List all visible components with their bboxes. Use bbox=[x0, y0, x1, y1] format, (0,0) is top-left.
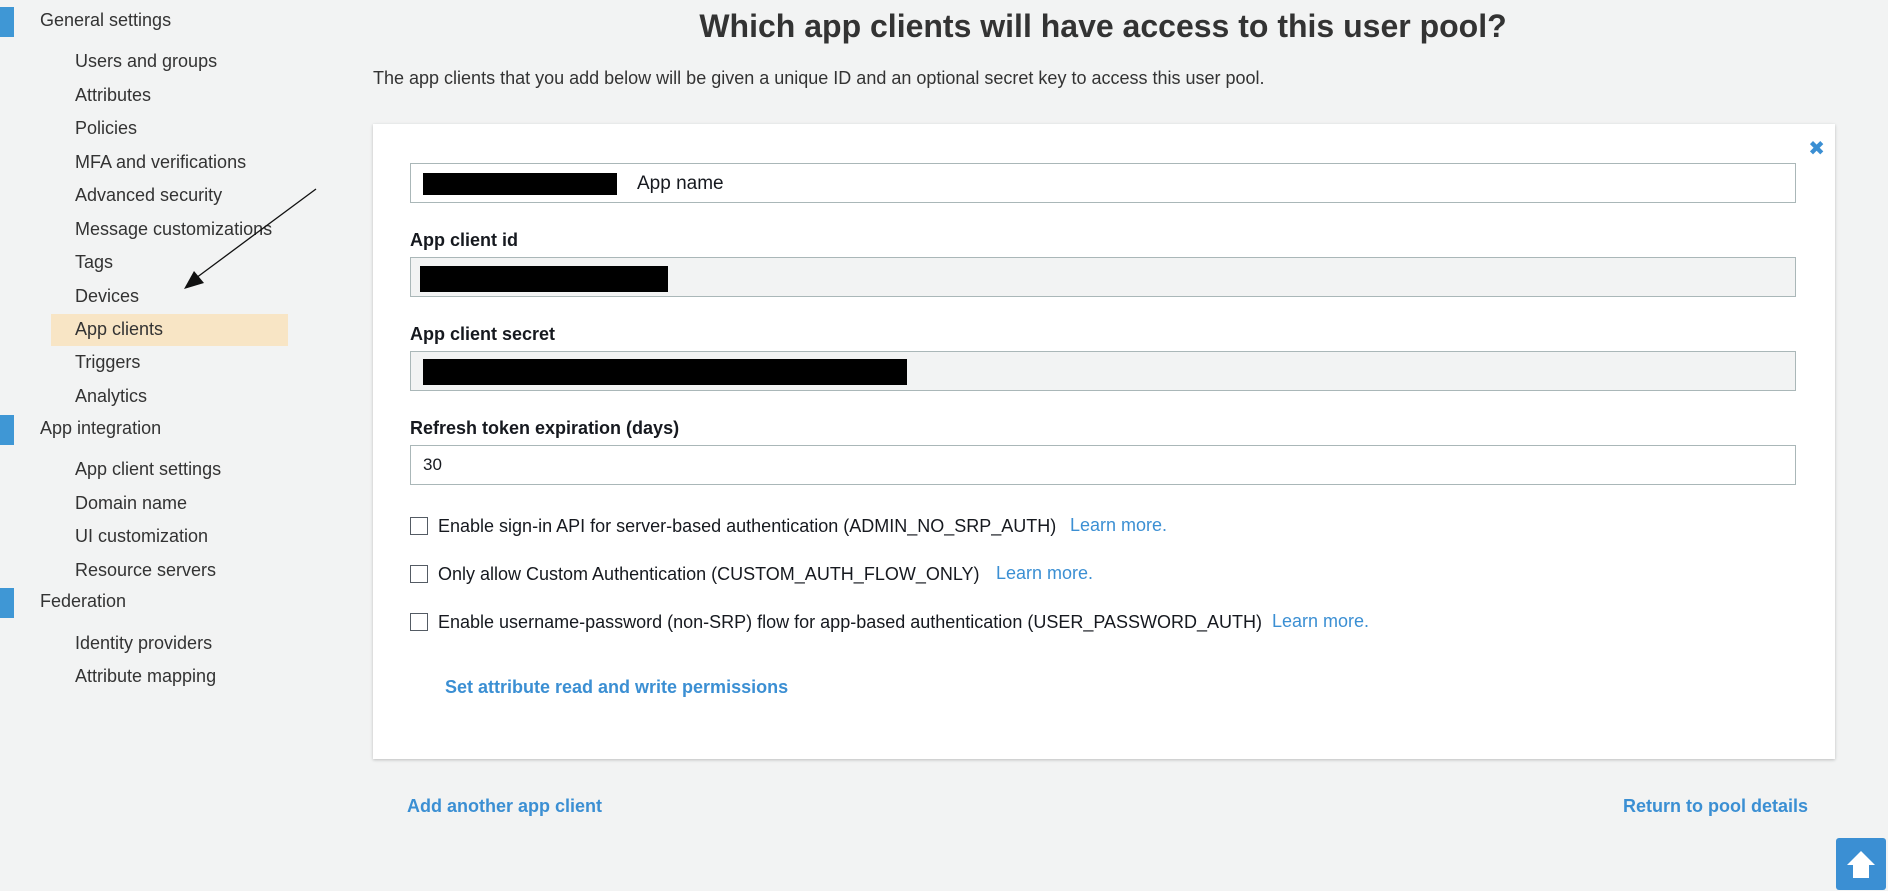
client-id-label: App client id bbox=[410, 230, 518, 250]
sidebar: General settings Users and groups Attrib… bbox=[0, 0, 317, 891]
page-description: The app clients that you add below will … bbox=[373, 68, 1265, 88]
sidebar-item-label: Devices bbox=[75, 286, 140, 306]
custom-auth-checkbox[interactable] bbox=[410, 565, 428, 583]
option-label: Only allow Custom Authentication (CUSTOM… bbox=[438, 564, 980, 584]
sidebar-item-message-customizations[interactable]: Message customizations bbox=[51, 214, 288, 246]
sidebar-item-resource-servers[interactable]: Resource servers bbox=[51, 555, 288, 587]
redacted-text bbox=[420, 266, 668, 292]
page-title: Which app clients will have access to th… bbox=[699, 8, 1507, 44]
sidebar-item-domain-name[interactable]: Domain name bbox=[51, 488, 288, 520]
sidebar-item-label: MFA and verifications bbox=[75, 152, 247, 172]
refresh-token-value: 30 bbox=[423, 455, 442, 474]
sidebar-item-label: App client settings bbox=[75, 459, 222, 479]
sidebar-section-app-integration[interactable]: App integration bbox=[0, 415, 300, 445]
sidebar-item-users-and-groups[interactable]: Users and groups bbox=[51, 46, 288, 78]
section-marker bbox=[0, 7, 14, 37]
sidebar-item-attribute-mapping[interactable]: Attribute mapping bbox=[51, 661, 288, 693]
sidebar-item-label: Domain name bbox=[75, 493, 188, 513]
learn-more-link[interactable]: Learn more. bbox=[1272, 611, 1369, 632]
option-label: Enable sign-in API for server-based auth… bbox=[438, 516, 1057, 536]
sidebar-item-attributes[interactable]: Attributes bbox=[51, 80, 288, 112]
set-permissions-link[interactable]: Set attribute read and write permissions bbox=[445, 677, 788, 698]
sidebar-item-label: App clients bbox=[75, 319, 164, 339]
user-password-checkbox[interactable] bbox=[410, 613, 428, 631]
admin-no-srp-checkbox[interactable] bbox=[410, 517, 428, 535]
sidebar-item-label: Advanced security bbox=[75, 185, 223, 205]
sidebar-item-label: Tags bbox=[75, 252, 114, 272]
sidebar-item-label: Identity providers bbox=[75, 633, 213, 653]
return-to-pool-link[interactable]: Return to pool details bbox=[1623, 796, 1808, 817]
client-id-field bbox=[410, 257, 1796, 297]
sidebar-item-policies[interactable]: Policies bbox=[51, 113, 288, 145]
sidebar-item-triggers[interactable]: Triggers bbox=[51, 347, 288, 379]
refresh-token-input[interactable]: 30 bbox=[410, 445, 1796, 485]
scroll-to-top-button[interactable] bbox=[1836, 838, 1886, 890]
sidebar-item-identity-providers[interactable]: Identity providers bbox=[51, 628, 288, 660]
add-app-client-link[interactable]: Add another app client bbox=[407, 796, 602, 817]
sidebar-item-label: UI customization bbox=[75, 526, 209, 546]
sidebar-section-label: App integration bbox=[40, 418, 162, 438]
section-marker bbox=[0, 415, 14, 445]
sidebar-section-general-settings[interactable]: General settings bbox=[0, 7, 300, 37]
sidebar-item-label: Message customizations bbox=[75, 219, 273, 239]
option-label: Enable username-password (non-SRP) flow … bbox=[438, 612, 1263, 632]
arrow-up-icon bbox=[1847, 851, 1875, 878]
learn-more-link[interactable]: Learn more. bbox=[1070, 515, 1167, 536]
sidebar-item-label: Triggers bbox=[75, 352, 141, 372]
client-secret-field bbox=[410, 351, 1796, 391]
close-icon[interactable]: ✖ bbox=[1808, 136, 1825, 161]
sidebar-item-label: Analytics bbox=[75, 386, 148, 406]
sidebar-section-federation[interactable]: Federation bbox=[0, 588, 300, 618]
sidebar-section-label: General settings bbox=[40, 10, 172, 30]
app-name-label: App name bbox=[637, 173, 724, 194]
redacted-text bbox=[423, 359, 907, 385]
sidebar-section-label: Federation bbox=[40, 591, 127, 611]
sidebar-item-tags[interactable]: Tags bbox=[51, 247, 288, 279]
client-secret-label: App client secret bbox=[410, 324, 556, 344]
sidebar-item-ui-customization[interactable]: UI customization bbox=[51, 521, 288, 553]
section-marker bbox=[0, 588, 14, 618]
option-user-password-auth: Enable username-password (non-SRP) flow … bbox=[410, 611, 1710, 635]
sidebar-item-label: Attributes bbox=[75, 85, 152, 105]
sidebar-item-app-client-settings[interactable]: App client settings bbox=[51, 454, 288, 486]
app-name-field[interactable]: App name bbox=[410, 163, 1796, 203]
sidebar-item-app-clients[interactable]: App clients bbox=[51, 314, 288, 346]
app-client-card: ✖ App name App client id App client secr… bbox=[373, 124, 1835, 759]
option-admin-no-srp-auth: Enable sign-in API for server-based auth… bbox=[410, 515, 1710, 539]
sidebar-item-advanced-security[interactable]: Advanced security bbox=[51, 180, 288, 212]
option-custom-auth-flow-only: Only allow Custom Authentication (CUSTOM… bbox=[410, 563, 1710, 587]
sidebar-item-devices[interactable]: Devices bbox=[51, 281, 288, 313]
learn-more-link[interactable]: Learn more. bbox=[996, 563, 1093, 584]
sidebar-item-analytics[interactable]: Analytics bbox=[51, 381, 288, 413]
refresh-token-label: Refresh token expiration (days) bbox=[410, 418, 680, 438]
sidebar-item-mfa-and-verifications[interactable]: MFA and verifications bbox=[51, 147, 288, 179]
redacted-text bbox=[423, 173, 617, 195]
sidebar-item-label: Resource servers bbox=[75, 560, 217, 580]
sidebar-item-label: Policies bbox=[75, 118, 138, 138]
sidebar-item-label: Users and groups bbox=[75, 51, 218, 71]
sidebar-item-label: Attribute mapping bbox=[75, 666, 217, 686]
